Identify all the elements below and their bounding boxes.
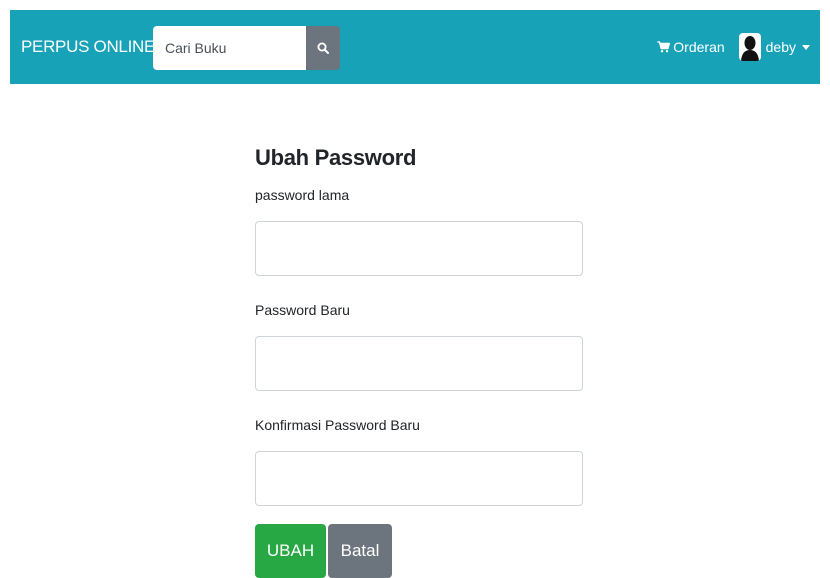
search-group (153, 26, 340, 70)
new-password-label: Password Baru (255, 302, 350, 318)
search-button[interactable] (306, 26, 340, 70)
nav-right: Orderan deby (657, 10, 810, 84)
cart-icon (657, 41, 671, 53)
brand-link[interactable]: PERPUS ONLINE (21, 10, 155, 84)
page-title: Ubah Password (255, 145, 417, 170)
old-password-input[interactable] (255, 221, 583, 276)
batal-button[interactable]: Batal (328, 524, 392, 578)
user-avatar-icon (740, 36, 759, 61)
ubah-button[interactable]: UBAH (255, 524, 326, 578)
user-menu-toggle[interactable]: deby (738, 33, 810, 61)
search-icon (317, 42, 329, 54)
avatar (738, 33, 761, 61)
confirm-password-input[interactable] (255, 451, 583, 506)
caret-down-icon (802, 44, 810, 50)
change-password-form: Ubah Password password lama Password Bar… (255, 140, 583, 578)
orderan-link[interactable]: Orderan (657, 39, 725, 55)
top-border (0, 0, 830, 10)
new-password-input[interactable] (255, 336, 583, 391)
confirm-password-label: Konfirmasi Password Baru (255, 417, 420, 433)
user-name: deby (765, 39, 796, 55)
orderan-label: Orderan (673, 39, 725, 55)
form-actions: UBAH Batal (255, 524, 583, 578)
navbar: PERPUS ONLINE Orderan (10, 10, 820, 84)
search-input[interactable] (153, 26, 306, 70)
old-password-label: password lama (255, 187, 350, 203)
